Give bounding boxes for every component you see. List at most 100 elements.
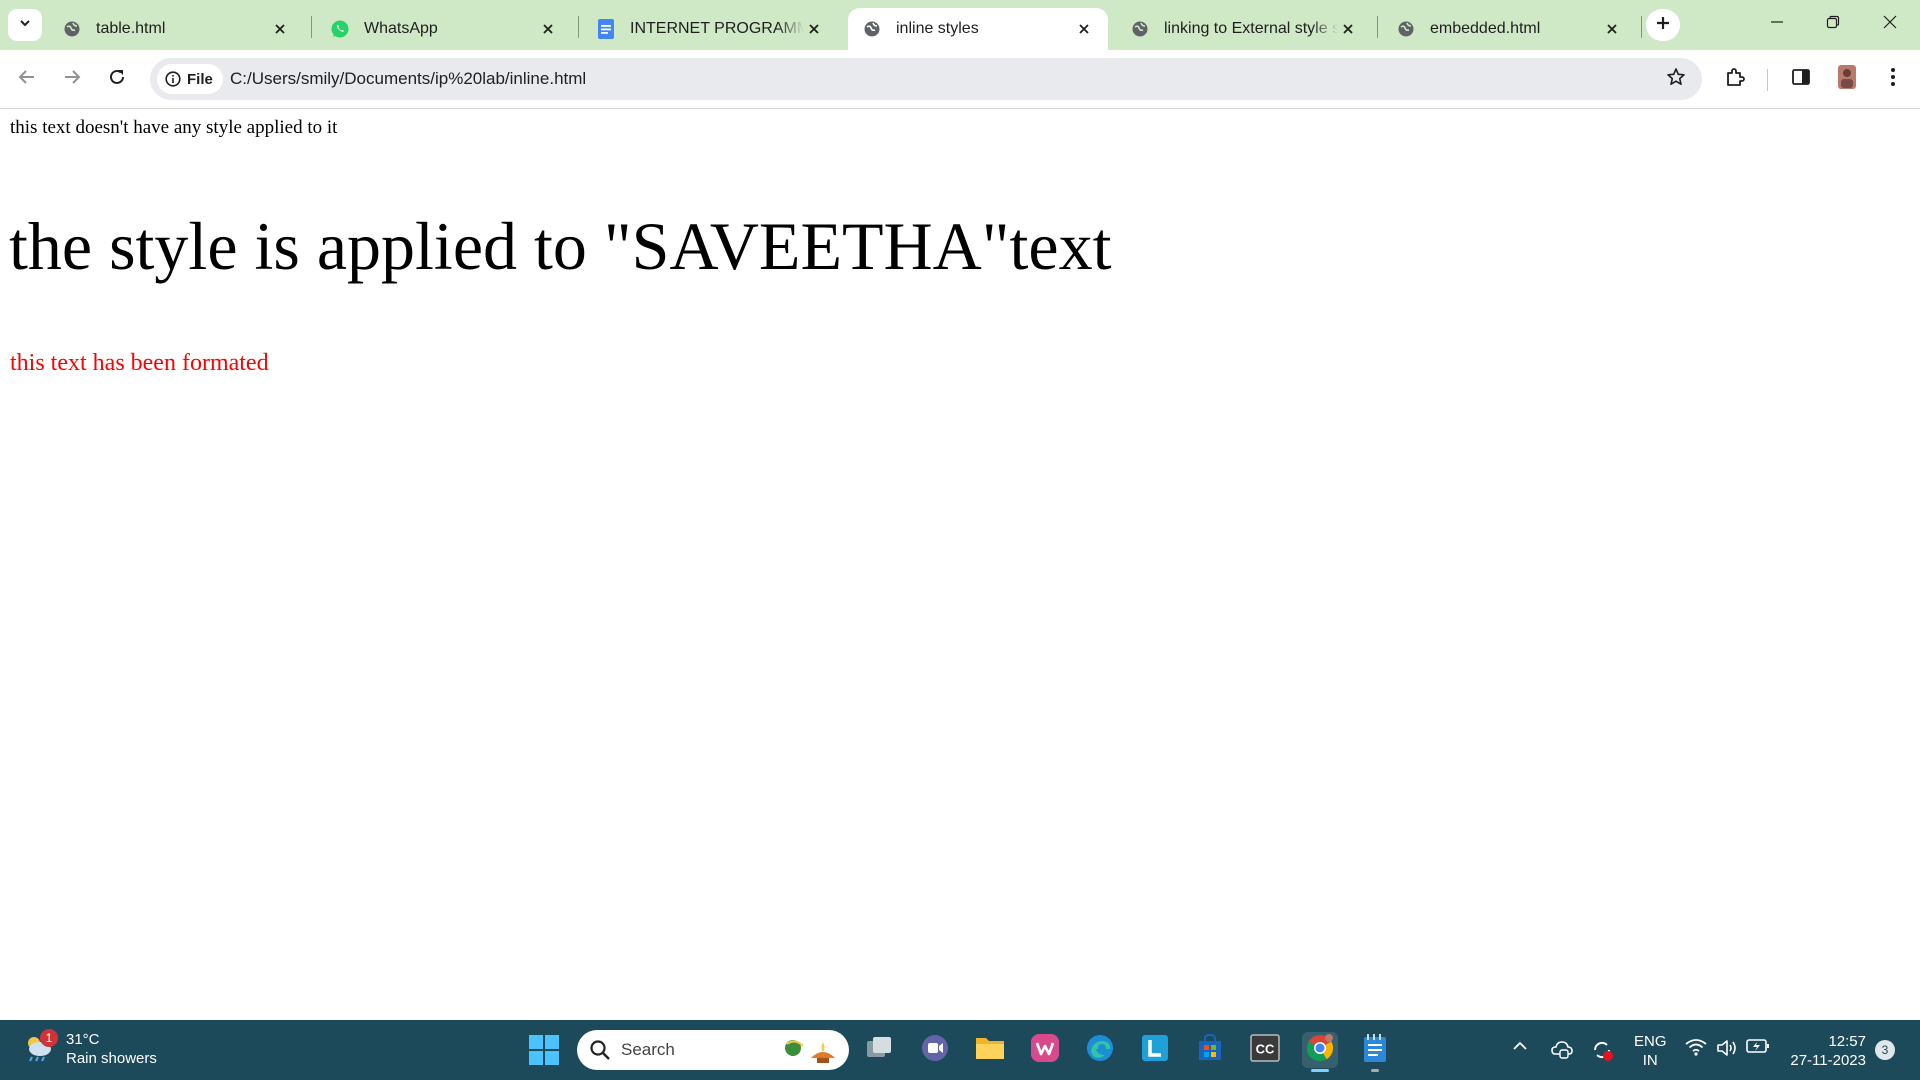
toolbar-divider	[1767, 69, 1768, 91]
sync-error-icon	[1590, 1038, 1614, 1067]
wifi-icon	[1685, 1038, 1707, 1061]
show-hidden-icons-button[interactable]	[1512, 1038, 1528, 1059]
speaker-icon	[1716, 1038, 1738, 1063]
tab-inline-styles[interactable]: inline styles	[848, 8, 1108, 50]
teams-chat-button[interactable]	[917, 1032, 953, 1068]
edge-browser-button[interactable]	[1082, 1032, 1118, 1068]
onedrive-tray-button[interactable]	[1551, 1038, 1573, 1065]
time-text: 12:57	[1828, 1033, 1866, 1050]
formatted-text: this text has been formated	[10, 350, 269, 376]
profile-button[interactable]	[1829, 61, 1865, 97]
chrome-button[interactable]	[1302, 1032, 1338, 1072]
clock[interactable]: 12:57 27-11-2023	[1786, 1032, 1866, 1070]
tab-table[interactable]: table.html	[48, 8, 304, 50]
edge-icon	[1085, 1033, 1115, 1068]
minimize-button[interactable]	[1749, 0, 1805, 48]
tab-search-button[interactable]	[8, 9, 42, 41]
microsoft-store-button[interactable]	[1192, 1032, 1228, 1068]
close-icon[interactable]	[538, 19, 558, 39]
styled-heading-text: the style is applied to "SAVEETHA"text	[9, 208, 1112, 284]
menu-button[interactable]	[1875, 61, 1911, 97]
cloud-sync-icon	[1551, 1038, 1573, 1065]
language-line2: IN	[1642, 1052, 1658, 1069]
tab-embedded[interactable]: embedded.html	[1382, 8, 1636, 50]
volume-tray-button[interactable]	[1716, 1038, 1738, 1063]
start-button[interactable]	[529, 1035, 559, 1070]
avatar	[1837, 64, 1857, 95]
chevron-down-icon	[18, 16, 32, 35]
back-button[interactable]	[9, 61, 45, 97]
side-panel-button[interactable]	[1783, 61, 1819, 97]
browser-toolbar: File C:/Users/smily/Documents/ip%20lab/i…	[0, 50, 1920, 109]
plain-text: this text doesn't have any style applied…	[10, 117, 338, 138]
search-placeholder: Search	[621, 1040, 675, 1059]
tab-strip: table.html WhatsApp INTERNET PROGRAMM IN …	[0, 0, 1920, 50]
restore-icon	[1826, 15, 1840, 34]
close-icon[interactable]	[1602, 19, 1622, 39]
temperature-text: 31°C	[66, 1031, 100, 1048]
url-text[interactable]: C:/Users/smily/Documents/ip%20lab/inline…	[230, 58, 586, 100]
close-window-button[interactable]	[1862, 0, 1918, 48]
tab-title: INTERNET PROGRAMMIN	[630, 20, 804, 37]
store-icon	[1196, 1033, 1224, 1068]
weather-badge: 1	[40, 1028, 58, 1047]
close-icon[interactable]	[270, 19, 290, 39]
battery-tray-button[interactable]	[1746, 1038, 1770, 1059]
task-view-button[interactable]	[862, 1032, 898, 1068]
notification-badge[interactable]: 3	[1875, 1040, 1895, 1060]
restore-button[interactable]	[1805, 0, 1861, 48]
language-indicator[interactable]: ENG IN	[1634, 1032, 1667, 1070]
tab-title: linking to External style sh	[1164, 20, 1338, 37]
sync-tray-button[interactable]	[1590, 1038, 1614, 1067]
cc-app-button[interactable]: CC	[1247, 1032, 1283, 1068]
weather-icon: 1	[22, 1028, 58, 1068]
wifi-tray-button[interactable]	[1685, 1038, 1707, 1061]
forward-button[interactable]	[54, 61, 90, 97]
l-app-icon	[1141, 1034, 1169, 1067]
puzzle-icon	[1725, 66, 1747, 93]
extensions-button[interactable]	[1718, 61, 1754, 97]
address-bar[interactable]: File C:/Users/smily/Documents/ip%20lab/i…	[150, 58, 1702, 100]
chrome-icon	[1305, 1033, 1335, 1068]
tab-title: embedded.html	[1430, 20, 1541, 37]
minimize-icon	[1770, 15, 1784, 34]
chevron-up-icon	[1512, 1038, 1528, 1059]
docs-icon	[596, 19, 616, 39]
tab-external-style[interactable]: linking to External style sh	[1116, 8, 1372, 50]
wps-office-button[interactable]	[1027, 1032, 1063, 1068]
new-tab-button[interactable]	[1646, 9, 1680, 41]
globe-icon	[1130, 19, 1150, 39]
info-icon	[165, 71, 181, 87]
tab-title: table.html	[96, 20, 166, 37]
active-app-indicator	[1311, 1069, 1329, 1072]
chat-icon	[920, 1033, 950, 1068]
weather-description: Rain showers	[66, 1050, 157, 1067]
bookmark-button[interactable]	[1660, 63, 1692, 95]
page-content: this text doesn't have any style applied…	[0, 109, 1920, 1020]
battery-charging-icon	[1746, 1038, 1770, 1059]
globe-icon	[862, 19, 882, 39]
star-icon	[1666, 67, 1686, 92]
tab-separator	[1377, 16, 1378, 38]
globe-icon	[62, 19, 82, 39]
site-info-chip[interactable]: File	[157, 64, 223, 94]
tab-google-docs[interactable]: INTERNET PROGRAMMIN	[582, 8, 838, 50]
svg-text:CC: CC	[1256, 1041, 1275, 1056]
language-line1: ENG	[1634, 1033, 1667, 1050]
l-app-button[interactable]	[1137, 1032, 1173, 1068]
notepad-button[interactable]	[1357, 1032, 1393, 1072]
reload-button[interactable]	[99, 61, 135, 97]
site-info-label: File	[187, 70, 213, 88]
close-icon[interactable]	[1074, 19, 1094, 39]
globe-icon	[1396, 19, 1416, 39]
taskbar-search[interactable]: Search	[577, 1030, 849, 1070]
search-highlight-icon	[781, 1036, 841, 1069]
tab-whatsapp[interactable]: WhatsApp	[316, 8, 572, 50]
reload-icon	[108, 68, 126, 91]
arrow-right-icon	[63, 68, 81, 91]
more-vert-icon	[1890, 67, 1896, 92]
close-icon[interactable]	[1338, 19, 1358, 39]
close-icon[interactable]	[804, 19, 824, 39]
weather-widget[interactable]: 1 31°C Rain showers	[22, 1028, 157, 1068]
file-explorer-button[interactable]	[972, 1032, 1008, 1068]
